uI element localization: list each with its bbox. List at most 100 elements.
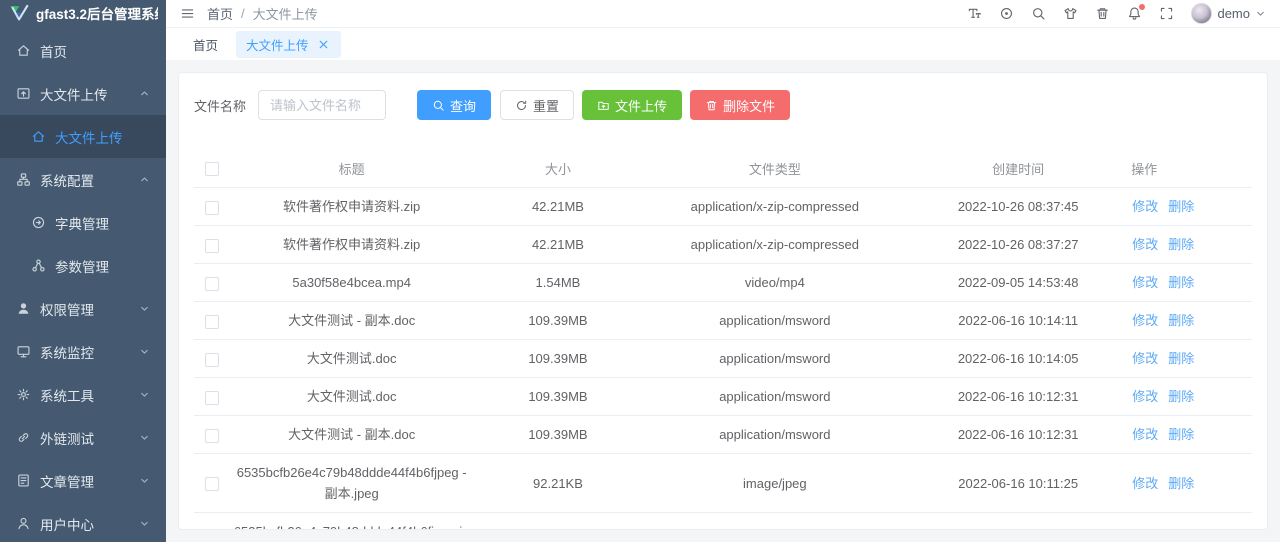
edit-link[interactable]: 修改 (1132, 427, 1158, 442)
sidebar-item-big-file-upload-group[interactable]: 大文件上传 (0, 72, 166, 115)
theme-icon[interactable] (1063, 6, 1078, 21)
home-icon (31, 129, 46, 144)
cell-size: 109.39MB (473, 415, 643, 454)
row-checkbox[interactable] (205, 390, 219, 405)
content: 文件名称 查询 重置 文件上传 (166, 60, 1280, 542)
user-menu[interactable]: demo (1191, 3, 1266, 24)
search-icon[interactable] (1031, 6, 1046, 21)
row-checkbox[interactable] (205, 276, 219, 291)
sidebar-item-permission-management[interactable]: 权限管理 (0, 287, 166, 330)
delete-files-button[interactable]: 删除文件 (690, 90, 791, 120)
link-icon (16, 430, 31, 445)
delete-link[interactable]: 删除 (1168, 275, 1194, 290)
locate-icon[interactable] (999, 6, 1014, 21)
delete-link[interactable]: 删除 (1168, 313, 1194, 328)
reset-button[interactable]: 重置 (500, 90, 575, 120)
upload-button[interactable]: 文件上传 (582, 90, 683, 120)
delete-link[interactable]: 删除 (1168, 427, 1194, 442)
table-header-row: 标题 大小 文件类型 创建时间 操作 (194, 151, 1252, 188)
cell-type: application/msword (642, 339, 908, 378)
row-checkbox[interactable] (205, 200, 219, 215)
row-checkbox[interactable] (205, 477, 219, 492)
search-icon (432, 99, 445, 112)
cell-size: 109.39MB (473, 301, 643, 340)
cell-type: application/x-zip-compressed (642, 225, 908, 264)
edit-link[interactable]: 修改 (1132, 476, 1158, 491)
column-actions: 操作 (1129, 151, 1252, 188)
table-row: 大文件测试.doc 109.39MB application/msword 2022-… (194, 339, 1252, 378)
sidebar-item-label: 系统监控 (40, 345, 94, 361)
tools-icon (16, 387, 31, 402)
query-button[interactable]: 查询 (417, 90, 492, 120)
sidebar-item-label: 系统工具 (40, 388, 94, 404)
edit-link[interactable]: 修改 (1132, 351, 1158, 366)
chevron-down-icon (1255, 8, 1266, 19)
cell-size: 42.21MB (473, 187, 643, 226)
sidebar-item-dict-management[interactable]: 字典管理 (0, 201, 166, 244)
delete-link[interactable]: 删除 (1168, 351, 1194, 366)
column-size: 大小 (473, 151, 643, 188)
file-name-input[interactable] (258, 90, 387, 120)
sidebar-item-label: 用户中心 (40, 517, 94, 533)
cell-type: application/x-zip-compressed (642, 187, 908, 226)
sidebar-item-user-center[interactable]: 用户中心 (0, 502, 166, 542)
close-icon[interactable] (316, 37, 331, 52)
delete-link[interactable]: 删除 (1168, 389, 1194, 404)
cluster-icon (16, 172, 31, 187)
fullscreen-icon[interactable] (1159, 6, 1174, 21)
edit-link[interactable]: 修改 (1132, 389, 1158, 404)
sidebar-item-big-file-upload[interactable]: 大文件上传 (0, 115, 166, 158)
row-checkbox[interactable] (205, 428, 219, 443)
bell-icon[interactable] (1127, 4, 1146, 21)
edit-link[interactable]: 修改 (1132, 199, 1158, 214)
sidebar-item-article-management[interactable]: 文章管理 (0, 459, 166, 502)
sidebar-item-label: 参数管理 (55, 259, 109, 275)
tab-label: 大文件上传 (246, 38, 309, 53)
column-type: 文件类型 (642, 151, 908, 188)
sidebar-item-system-tools[interactable]: 系统工具 (0, 373, 166, 416)
font-size-icon[interactable] (967, 6, 982, 21)
cell-actions: 修改删除 (1129, 377, 1252, 416)
tab-home[interactable]: 首页 (183, 31, 228, 58)
sidebar-item-system-config[interactable]: 系统配置 (0, 158, 166, 201)
topbar-actions: demo (967, 3, 1266, 24)
sidebar-item-home[interactable]: 首页 (0, 29, 166, 72)
delete-link[interactable]: 删除 (1168, 237, 1194, 252)
select-all-checkbox[interactable] (205, 162, 219, 177)
logo[interactable]: gfast3.2后台管理系统 (0, 0, 166, 24)
chevron-down-icon (139, 346, 150, 357)
breadcrumb: 首页 / 大文件上传 (207, 4, 318, 23)
cell-created: 2022-10-26 08:37:45 (907, 187, 1130, 226)
cell-actions: 修改删除 (1129, 263, 1252, 302)
trash-icon[interactable] (1095, 6, 1110, 21)
sidebar-item-external-link-test[interactable]: 外链测试 (0, 416, 166, 459)
menu-fold-icon[interactable] (180, 6, 195, 21)
row-checkbox[interactable] (205, 352, 219, 367)
table-row: 软件著作权申请资料.zip 42.21MB application/x-zip-co… (194, 225, 1252, 264)
cell-title: 6535bcfb26e4c79b48ddde44f4b6fjpeg.jpeg (230, 512, 474, 529)
breadcrumb-home[interactable]: 首页 (207, 4, 233, 23)
edit-link[interactable]: 修改 (1132, 237, 1158, 252)
cell-size: 92.21KB (473, 512, 643, 529)
file-name-label: 文件名称 (194, 98, 247, 114)
delete-link[interactable]: 删除 (1168, 476, 1194, 491)
edit-link[interactable]: 修改 (1132, 275, 1158, 290)
row-checkbox[interactable] (205, 314, 219, 329)
upload-box-icon (16, 86, 31, 101)
tabbar: 首页 大文件上传 (166, 28, 1280, 60)
delete-link[interactable]: 删除 (1168, 199, 1194, 214)
cell-created: 2022-06-16 10:12:31 (907, 377, 1130, 416)
table-row: 大文件测试 - 副本.doc 109.39MB application/msword… (194, 415, 1252, 454)
edit-link[interactable]: 修改 (1132, 313, 1158, 328)
row-checkbox[interactable] (205, 238, 219, 253)
cell-title: 软件著作权申请资料.zip (230, 225, 474, 264)
chevron-up-icon (139, 174, 150, 185)
sidebar-item-system-monitor[interactable]: 系统监控 (0, 330, 166, 373)
tab-big-file-upload[interactable]: 大文件上传 (236, 30, 341, 58)
sidebar-item-param-management[interactable]: 参数管理 (0, 244, 166, 287)
file-list-card: 文件名称 查询 重置 文件上传 (178, 72, 1268, 530)
cell-actions: 修改删除 (1129, 301, 1252, 340)
table-row: 6535bcfb26e4c79b48ddde44f4b6fjpeg - 副本.j… (194, 453, 1252, 513)
cell-title: 6535bcfb26e4c79b48ddde44f4b6fjpeg - 副本.j… (230, 453, 474, 513)
table-row: 6535bcfb26e4c79b48ddde44f4b6fjpeg.jpeg92… (194, 512, 1252, 529)
